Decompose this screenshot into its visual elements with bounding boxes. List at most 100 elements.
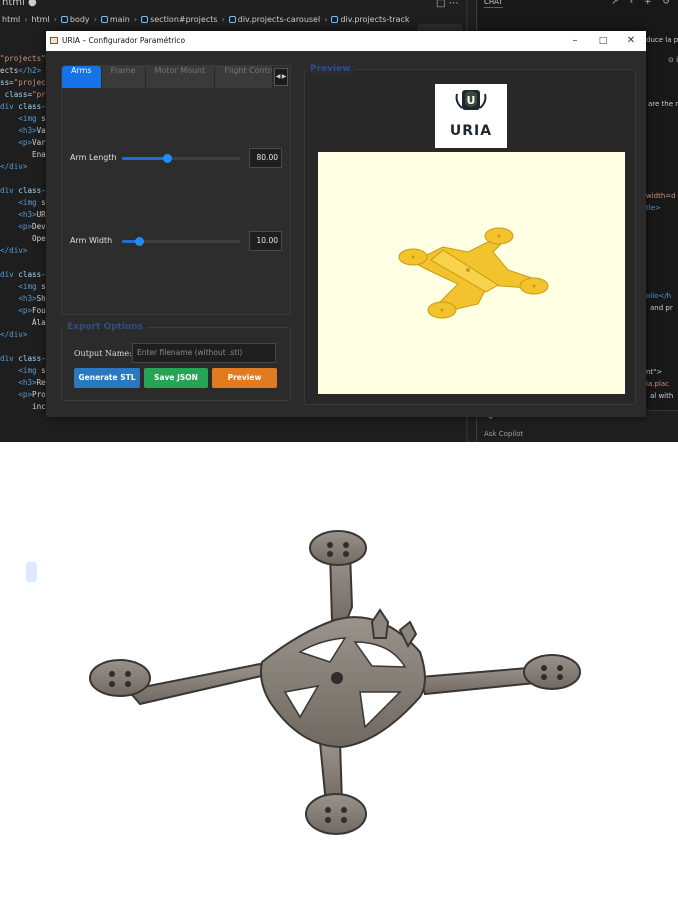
chat-text-fragment: ⊙ i xyxy=(668,56,678,64)
chat-text-fragment: nt"> xyxy=(646,368,663,376)
arm-length-spinbox[interactable]: 80.00 xyxy=(249,148,282,168)
editor-tab-label[interactable]: html ● xyxy=(2,0,37,8)
code-line[interactable]: <img sr xyxy=(0,114,50,123)
tab-frame[interactable]: Frame xyxy=(101,66,146,88)
breadcrumb-label: main xyxy=(109,14,130,24)
code-line[interactable]: <p>Four xyxy=(0,306,50,315)
editor-actions[interactable]: □ ⋯ xyxy=(436,0,459,9)
rendered-drone-frame xyxy=(0,442,678,897)
tab-scroll-right-icon[interactable]: ▶ xyxy=(281,69,287,85)
output-name-input[interactable]: Enter filename (without .stl) xyxy=(132,343,276,363)
code-token: </div> xyxy=(0,162,28,171)
code-token: class- xyxy=(18,186,46,195)
chat-text-fragment: width=d xyxy=(646,192,676,200)
code-line[interactable]: Enat xyxy=(0,150,50,159)
tab-arms[interactable]: Arms xyxy=(62,66,102,88)
breadcrumb-separator-icon: › xyxy=(53,14,57,24)
breadcrumb-item[interactable]: html xyxy=(2,15,20,24)
close-button[interactable]: ✕ xyxy=(618,33,644,49)
code-line[interactable]: div class- xyxy=(0,354,46,363)
code-line[interactable]: <p>Vari xyxy=(0,138,50,147)
breadcrumb-separator-icon: › xyxy=(324,14,328,24)
element-icon xyxy=(141,15,149,23)
breadcrumb-item[interactable]: body xyxy=(60,15,90,24)
code-line[interactable]: div class- xyxy=(0,270,46,279)
breadcrumb-item[interactable]: div.projects-carousel xyxy=(228,15,320,24)
code-line[interactable]: <img sr xyxy=(0,198,50,207)
code-token: Oper xyxy=(0,234,51,243)
preview-button[interactable]: Preview xyxy=(212,368,277,388)
parameters-panel: Arms Frame Motor Mount Flight Control ◀ … xyxy=(61,65,291,315)
arm-width-slider[interactable] xyxy=(122,237,240,246)
breadcrumb-label: div.projects-track xyxy=(340,14,410,24)
save-json-button[interactable]: Save JSON xyxy=(144,368,208,388)
breadcrumb-item[interactable]: section#projects xyxy=(141,15,218,24)
code-token: div xyxy=(0,354,14,363)
code-line[interactable]: "projects"> xyxy=(0,54,50,63)
code-line[interactable]: <h3>Sha xyxy=(0,294,50,303)
breadcrumb-separator-icon: › xyxy=(93,14,97,24)
slider-fill xyxy=(122,157,167,160)
svg-text:U: U xyxy=(467,94,476,107)
preview-title: Preview xyxy=(306,64,355,74)
maximize-button[interactable]: □ xyxy=(590,33,616,49)
code-line[interactable]: Ála xyxy=(0,318,46,327)
arm-length-label: Arm Length xyxy=(70,153,117,162)
code-line[interactable]: class="pro xyxy=(0,90,51,99)
arm-width-spinbox[interactable]: 10.00 xyxy=(249,231,282,251)
code-line[interactable]: </div> xyxy=(0,246,27,255)
code-line[interactable]: div class- xyxy=(0,102,46,111)
element-icon xyxy=(60,15,68,23)
code-line[interactable]: </div> xyxy=(0,330,27,339)
tab-flight-control[interactable]: Flight Control xyxy=(215,66,274,88)
code-line[interactable]: <img sr xyxy=(0,282,50,291)
code-line[interactable]: ss="project xyxy=(0,78,50,87)
ask-copilot-input[interactable]: Ask Copilot xyxy=(484,430,523,438)
generate-stl-button[interactable]: Generate STL xyxy=(74,368,140,388)
code-line[interactable]: Oper xyxy=(0,234,50,243)
param-arm-width: Arm Width 10.00 xyxy=(70,231,284,251)
window-client: Arms Frame Motor Mount Flight Control ◀ … xyxy=(46,51,646,417)
code-line[interactable]: ects</h2> xyxy=(0,66,41,75)
breadcrumb-separator-icon: › xyxy=(133,14,138,24)
code-token: "projects" xyxy=(0,54,46,63)
code-token: </div> xyxy=(0,246,28,255)
code-line[interactable]: <img sr xyxy=(0,366,50,375)
code-token: "project xyxy=(13,78,51,87)
code-line[interactable]: div class- xyxy=(0,186,46,195)
arm-length-slider[interactable] xyxy=(122,154,240,163)
uria-logo: U URIA xyxy=(435,84,507,148)
export-options-title: Export Options xyxy=(63,322,147,332)
breadcrumb-label: html xyxy=(31,14,50,24)
breadcrumb-item[interactable]: html xyxy=(31,15,49,24)
3d-preview-viewport[interactable] xyxy=(318,152,625,394)
code-token: <img xyxy=(18,114,37,123)
window-titlebar[interactable]: URIA – Configurador Paramétrico – □ ✕ xyxy=(46,31,646,51)
breadcrumb-item[interactable]: main xyxy=(100,14,130,24)
code-line[interactable]: </div> xyxy=(0,162,27,171)
code-token: class xyxy=(4,90,28,99)
element-icon xyxy=(331,15,339,23)
code-token: <h3> xyxy=(18,210,37,219)
slider-handle[interactable] xyxy=(162,154,172,163)
code-line[interactable]: <h3>URI xyxy=(0,210,50,219)
slider-handle[interactable] xyxy=(134,237,144,246)
code-token: <p> xyxy=(18,390,33,399)
code-line[interactable]: <h3>Var xyxy=(0,126,50,135)
parameter-tabs: Arms Frame Motor Mount Flight Control xyxy=(62,66,292,88)
breadcrumb-item[interactable]: div.projects-track xyxy=(331,14,410,24)
chat-tab[interactable]: CHAT xyxy=(484,0,503,8)
code-token: ects xyxy=(0,66,19,75)
chat-toolbar[interactable]: ↗ ‹ + ↺ xyxy=(611,0,674,7)
code-token: <h3> xyxy=(18,294,37,303)
minimize-button[interactable]: – xyxy=(562,33,588,49)
tab-motor-mount[interactable]: Motor Mount xyxy=(145,66,216,88)
code-line[interactable]: <p>Deve xyxy=(0,222,50,231)
